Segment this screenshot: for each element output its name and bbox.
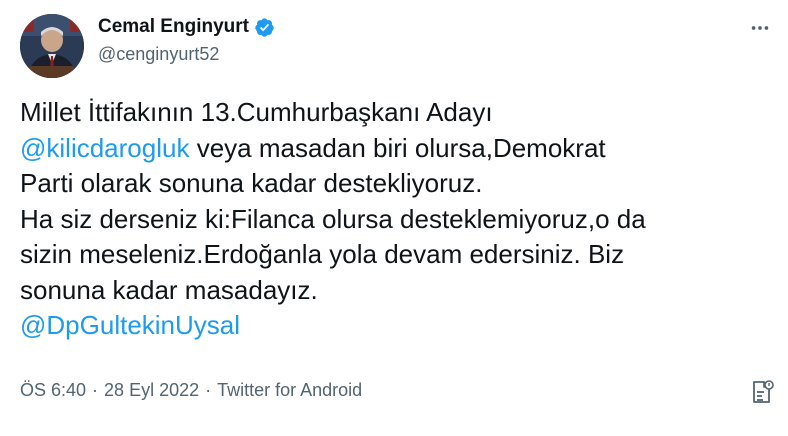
author-avatar[interactable] (20, 14, 84, 78)
tweet-text-segment: Parti olarak sonuna kadar destekliyoruz. (20, 168, 483, 198)
tweet-text-line: sizin meseleniz.Erdoğanla yola devam ede… (20, 237, 775, 273)
author-name-row: Cemal Enginyurt (98, 14, 275, 40)
verified-badge-icon (254, 17, 275, 38)
tweet-text-segment: Ha siz derseniz ki:Filanca olursa destek… (20, 203, 646, 234)
more-options-button[interactable] (746, 14, 774, 42)
tweet-text-segment: Millet İttifakının 13.Cumhurbaşkanı Aday… (20, 97, 493, 127)
tweet-text-segment: veya masadan biri olursa,Demokrat (189, 132, 606, 163)
tweet-text-line: Ha siz derseniz ki:Filanca olursa destek… (20, 202, 775, 238)
tweet-text-line: Millet İttifakının 13.Cumhurbaşkanı Aday… (20, 95, 775, 131)
author-handle[interactable]: @cenginyurt52 (98, 44, 275, 65)
tweet-text-line: @kilicdarogluk veya masadan biri olursa,… (20, 131, 775, 167)
tweet-text-line: @DpGultekinUysal (20, 308, 775, 344)
tweet-text-segment: sizin meseleniz.Erdoğanla yola devam ede… (20, 239, 625, 269)
tweet-text-line: sonuna kadar masadayız. (20, 273, 775, 309)
tweet-text-line: Parti olarak sonuna kadar destekliyoruz. (20, 166, 775, 202)
tweet-date[interactable]: 28 Eyl 2022 (104, 380, 199, 401)
author-display-name[interactable]: Cemal Enginyurt (98, 16, 249, 38)
tweet-time[interactable]: ÖS 6:40 (20, 380, 86, 401)
tweet-meta: ÖS 6:40 · 28 Eyl 2022 · Twitter for Andr… (20, 380, 362, 401)
tweet-source[interactable]: Twitter for Android (217, 380, 362, 401)
mention-link[interactable]: @DpGultekinUysal (20, 310, 240, 340)
mention-link[interactable]: @kilicdarogluk (20, 133, 189, 163)
tweet-text-segment: sonuna kadar masadayız. (20, 274, 318, 305)
analytics-icon[interactable] (750, 379, 774, 405)
more-dots-icon (751, 26, 769, 30)
tweet-text: Millet İttifakının 13.Cumhurbaşkanı Aday… (20, 95, 775, 344)
meta-separator: · (205, 380, 212, 400)
meta-separator: · (92, 380, 99, 400)
avatar-photo-icon (20, 14, 84, 78)
author-info: Cemal Enginyurt @cenginyurt52 (98, 14, 275, 65)
tweet-card: Cemal Enginyurt @cenginyurt52 Millet İtt… (0, 0, 788, 436)
